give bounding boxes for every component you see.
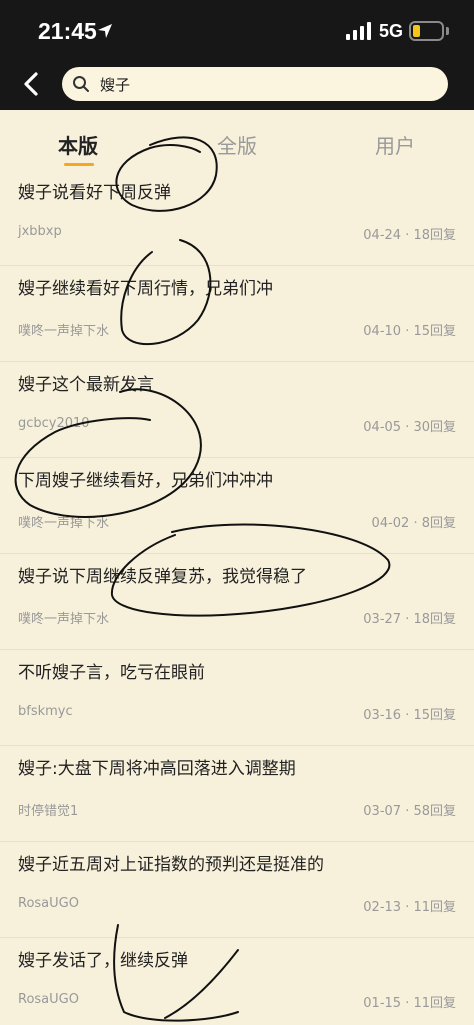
post-author: gcbcy2010 <box>18 416 90 431</box>
search-icon <box>73 76 89 92</box>
post-meta: 02-13 · 11回复 <box>363 900 456 915</box>
search-query: 嫂子 <box>100 76 131 94</box>
active-tab-indicator <box>64 163 94 166</box>
post-title: 嫂子近五周对上证指数的预判还是挺准的 <box>18 855 324 875</box>
post-meta: 01-15 · 11回复 <box>363 996 456 1011</box>
post-title: 嫂子:大盘下周将冲高回落进入调整期 <box>18 759 296 779</box>
tab-users[interactable]: 用户 <box>375 130 415 159</box>
post-title: 嫂子发话了，继续反弹 <box>18 951 188 971</box>
list-item[interactable]: 嫂子继续看好下周行情，兄弟们冲 噗咚一声掉下水 04-10 · 15回复 <box>0 266 474 362</box>
post-author: 噗咚一声掉下水 <box>18 516 110 531</box>
post-title: 嫂子说看好下周反弹 <box>18 183 171 203</box>
post-author: RosaUGO <box>18 896 79 911</box>
tab-this-board[interactable]: 本版 <box>58 130 98 159</box>
post-author: RosaUGO <box>18 992 79 1007</box>
network-label: 5G <box>379 21 404 41</box>
post-author: 噗咚一声掉下水 <box>18 324 110 339</box>
list-item[interactable]: 嫂子说下周继续反弹复苏，我觉得稳了 噗咚一声掉下水 03-27 · 18回复 <box>0 554 474 650</box>
list-item[interactable]: 不听嫂子言，吃亏在眼前 bfskmyc 03-16 · 15回复 <box>0 650 474 746</box>
tab-all-boards[interactable]: 全版 <box>217 130 257 159</box>
post-meta: 04-02 · 8回复 <box>371 516 456 531</box>
list-item[interactable]: 嫂子近五周对上证指数的预判还是挺准的 RosaUGO 02-13 · 11回复 <box>0 842 474 938</box>
post-author: bfskmyc <box>18 704 73 719</box>
post-author: jxbbxp <box>18 224 62 239</box>
battery-fill <box>413 25 420 37</box>
post-author: 时停错觉1 <box>18 804 79 819</box>
list-item[interactable]: 下周嫂子继续看好，兄弟们冲冲冲 噗咚一声掉下水 04-02 · 8回复 <box>0 458 474 554</box>
search-input[interactable]: 嫂子 <box>62 67 448 101</box>
tab-bar: 本版 全版 用户 <box>0 110 474 170</box>
post-title: 嫂子说下周继续反弹复苏，我觉得稳了 <box>18 567 307 587</box>
back-arrow-icon[interactable] <box>20 70 42 98</box>
post-author: 噗咚一声掉下水 <box>18 612 110 627</box>
location-arrow-icon <box>98 24 112 38</box>
post-title: 不听嫂子言，吃亏在眼前 <box>18 663 205 683</box>
list-item[interactable]: 嫂子:大盘下周将冲高回落进入调整期 时停错觉1 03-07 · 58回复 <box>0 746 474 842</box>
post-meta: 04-05 · 30回复 <box>363 420 456 435</box>
signal-bars-icon <box>346 22 371 40</box>
battery-tip <box>446 27 449 35</box>
post-meta: 04-24 · 18回复 <box>363 228 456 243</box>
list-item[interactable]: 嫂子发话了，继续反弹 RosaUGO 01-15 · 11回复 <box>0 938 474 1025</box>
post-meta: 03-27 · 18回复 <box>363 612 456 627</box>
post-meta: 04-10 · 15回复 <box>363 324 456 339</box>
battery-icon <box>409 21 444 41</box>
list-item[interactable]: 嫂子说看好下周反弹 jxbbxp 04-24 · 18回复 <box>0 170 474 266</box>
post-title: 嫂子继续看好下周行情，兄弟们冲 <box>18 279 273 299</box>
post-title: 下周嫂子继续看好，兄弟们冲冲冲 <box>18 471 273 491</box>
post-meta: 03-07 · 58回复 <box>363 804 456 819</box>
list-item[interactable]: 嫂子这个最新发言 gcbcy2010 04-05 · 30回复 <box>0 362 474 458</box>
status-time: 21:45 <box>38 18 97 44</box>
post-meta: 03-16 · 15回复 <box>363 708 456 723</box>
post-title: 嫂子这个最新发言 <box>18 375 154 395</box>
top-bar: 21:45 5G 嫂子 <box>0 0 474 110</box>
